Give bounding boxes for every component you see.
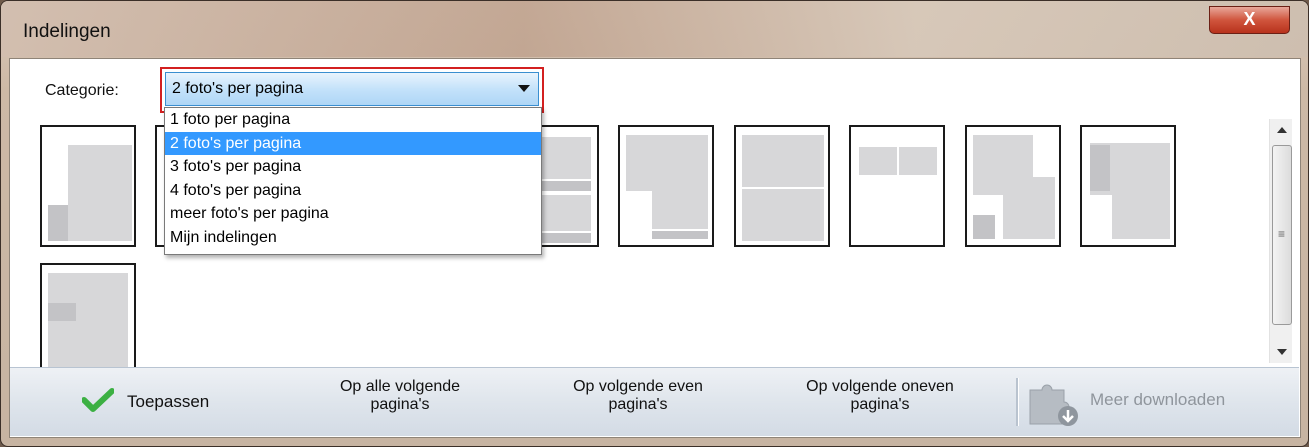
apply-odd-following-line2: pagina's [850, 396, 910, 413]
apply-all-following-button[interactable]: Op alle volgende pagina's [310, 378, 490, 446]
layout-thumbnail[interactable] [40, 263, 136, 371]
layouts-dialog: Indelingen X Categorie: 2 foto's per pag… [0, 0, 1309, 447]
scrollbar-thumb[interactable]: ≡ [1272, 145, 1292, 325]
checkmark-icon [82, 388, 114, 412]
dropdown-option[interactable]: meer foto's per pagina [165, 202, 541, 226]
layout-thumbnail[interactable] [849, 125, 945, 247]
dropdown-option-selected[interactable]: 2 foto's per pagina [165, 131, 541, 155]
puzzle-download-icon [1029, 384, 1078, 426]
category-dropdown-list[interactable]: 1 foto per pagina 2 foto's per pagina 3 … [164, 107, 542, 255]
apply-button[interactable]: Toepassen [70, 368, 250, 436]
apply-even-following-line2: pagina's [608, 396, 668, 413]
dropdown-option[interactable]: 4 foto's per pagina [165, 179, 541, 203]
chevron-down-icon [518, 85, 530, 92]
close-button[interactable]: X [1209, 6, 1290, 34]
apply-label: Toepassen [127, 392, 210, 411]
category-select[interactable]: 2 foto's per pagina [165, 72, 539, 106]
apply-odd-following-button[interactable]: Op volgende oneven pagina's [780, 378, 980, 446]
category-selected-value: 2 foto's per pagina [172, 80, 304, 97]
grip-icon: ≡ [1278, 227, 1286, 241]
category-label: Categorie: [45, 82, 119, 99]
more-download-label: Meer downloaden [1090, 390, 1226, 409]
dropdown-option[interactable]: Mijn indelingen [165, 226, 541, 250]
apply-even-following-button[interactable]: Op volgende even pagina's [548, 378, 728, 446]
dropdown-option[interactable]: 3 foto's per pagina [165, 155, 541, 179]
scroll-down-icon[interactable] [1277, 349, 1287, 355]
layout-thumbnail[interactable] [734, 125, 830, 247]
dialog-title: Indelingen [23, 21, 111, 42]
apply-all-following-line2: pagina's [370, 396, 430, 413]
toolbar-separator [1016, 378, 1019, 426]
action-bar: Toepassen Op alle volgende pagina's Op v… [10, 367, 1299, 436]
dropdown-option[interactable]: 1 foto per pagina [165, 108, 541, 132]
layout-thumbnail[interactable] [1080, 125, 1176, 247]
layout-thumbnail[interactable] [40, 125, 136, 247]
close-icon: X [1243, 9, 1256, 29]
scroll-up-icon[interactable] [1277, 127, 1287, 133]
apply-all-following-line1: Op alle volgende [339, 378, 461, 395]
layout-thumbnail[interactable] [618, 125, 714, 247]
more-download-button[interactable]: Meer downloaden [1022, 368, 1292, 436]
apply-even-following-line1: Op volgende even [573, 378, 703, 395]
title-bar: Indelingen X [1, 1, 1308, 57]
thumbnail-scrollbar[interactable]: ≡ [1269, 119, 1292, 363]
layout-thumbnail[interactable] [965, 125, 1061, 247]
apply-odd-following-line1: Op volgende oneven [806, 378, 954, 395]
